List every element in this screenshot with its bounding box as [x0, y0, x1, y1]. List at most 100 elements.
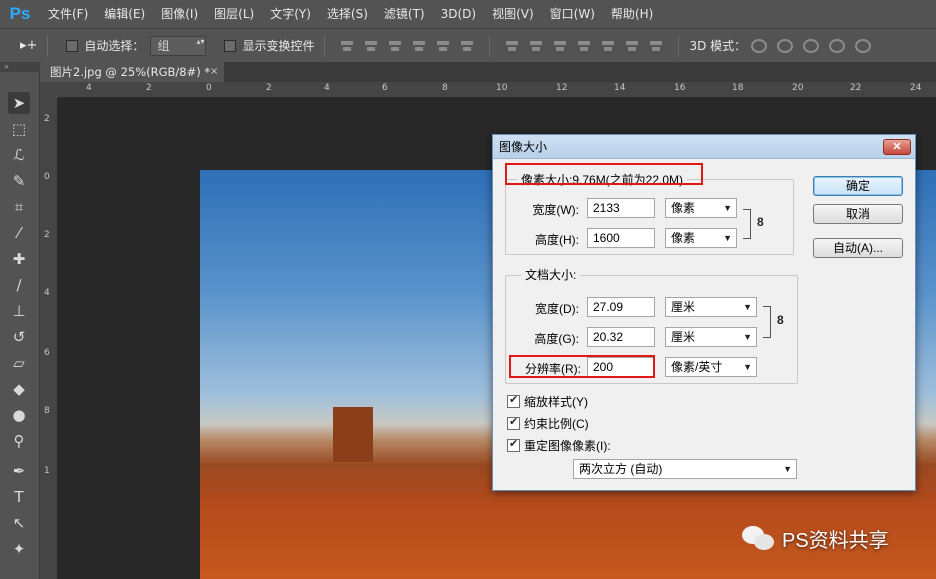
type-tool-icon[interactable]: T — [8, 486, 30, 508]
menu-help[interactable]: 帮助(H) — [603, 0, 661, 28]
constrain-proportions-label: 约束比例(C) — [524, 417, 589, 431]
align-left-icon[interactable] — [412, 39, 426, 53]
chain-link-icon: 8 — [757, 215, 764, 229]
show-transform-checkbox[interactable] — [224, 39, 237, 52]
menu-filter[interactable]: 滤镜(T) — [376, 0, 433, 28]
path-selection-tool-icon[interactable]: ↖ — [8, 512, 30, 534]
auto-select-option[interactable]: 自动选择： 组 — [66, 35, 207, 56]
tab-document[interactable]: 图片2.jpg @ 25%(RGB/8#) * × — [40, 62, 224, 82]
pixel-height-field[interactable]: 1600 — [587, 228, 655, 248]
distribute-bottom-icon[interactable] — [553, 39, 567, 53]
align-hcenter-icon[interactable] — [436, 39, 450, 53]
crop-tool-icon[interactable]: ⌗ — [8, 196, 30, 218]
distribute-right-icon[interactable] — [625, 39, 639, 53]
ruler-tick-label: 8 — [44, 406, 50, 416]
divider — [678, 34, 680, 57]
move-tool-icon[interactable]: ➤ — [8, 92, 30, 114]
healing-brush-tool-icon[interactable]: ✚ — [8, 248, 30, 270]
pixel-width-unit-select[interactable]: 像素 ▼ — [665, 198, 737, 218]
marquee-tool-icon[interactable]: ⬚ — [8, 118, 30, 140]
align-top-icon[interactable] — [340, 39, 354, 53]
3d-mode-label: 3D 模式： — [689, 39, 747, 53]
shape-tool-icon[interactable]: ✦ — [8, 538, 30, 560]
divider — [489, 34, 491, 57]
panel-grip-icon[interactable]: » — [0, 62, 40, 72]
3d-pan-icon[interactable] — [803, 38, 820, 53]
resolution-unit: 像素/英寸 — [671, 360, 723, 374]
brush-tool-icon[interactable]: ∕ — [8, 274, 30, 296]
clone-stamp-tool-icon[interactable]: ⊥ — [8, 300, 30, 322]
doc-width-field[interactable]: 27.09 — [587, 297, 655, 317]
auto-button[interactable]: 自动(A)... — [813, 238, 903, 258]
menu-image[interactable]: 图像(I) — [153, 0, 206, 28]
scale-styles-checkbox-row[interactable]: 缩放样式(Y) — [507, 393, 588, 410]
scale-styles-checkbox[interactable] — [507, 393, 520, 408]
lasso-tool-icon[interactable]: ℒ — [8, 144, 30, 166]
doc-height-unit-select[interactable]: 厘米 ▼ — [665, 327, 757, 347]
3d-rotate-icon[interactable] — [751, 38, 768, 53]
vertical-ruler[interactable]: 2 0 2 4 6 8 1 — [40, 98, 58, 579]
align-vcenter-icon[interactable] — [364, 39, 378, 53]
ruler-origin[interactable] — [40, 82, 58, 98]
close-icon[interactable]: × — [210, 62, 218, 82]
resolution-unit-select[interactable]: 像素/英寸 ▼ — [665, 357, 757, 377]
horizontal-ruler[interactable]: 4 2 0 2 4 6 8 10 12 14 16 18 20 22 24 — [58, 82, 936, 98]
3d-slide-icon[interactable] — [829, 38, 846, 53]
document-tabs: 图片2.jpg @ 25%(RGB/8#) * × — [40, 62, 936, 82]
eraser-tool-icon[interactable]: ▱ — [8, 352, 30, 374]
pen-tool-icon[interactable]: ✒ — [8, 460, 30, 482]
distribute-hcenter-icon[interactable] — [601, 39, 615, 53]
dialog-title: 图像大小 — [493, 135, 915, 159]
menu-window[interactable]: 窗口(W) — [542, 0, 603, 28]
menu-file[interactable]: 文件(F) — [40, 0, 96, 28]
cancel-button[interactable]: 取消 — [813, 204, 903, 224]
3d-roll-icon[interactable] — [777, 38, 794, 53]
align-bottom-icon[interactable] — [388, 39, 402, 53]
doc-width-unit-select[interactable]: 厘米 ▼ — [665, 297, 757, 317]
menu-edit[interactable]: 编辑(E) — [96, 0, 153, 28]
blur-tool-icon[interactable]: ● — [8, 404, 30, 426]
auto-select-dropdown[interactable]: 组 — [150, 35, 207, 56]
ok-button[interactable]: 确定 — [813, 176, 903, 196]
eyedropper-tool-icon[interactable]: ⁄ — [8, 222, 30, 244]
move-tool-preset-icon[interactable]: ▸+ — [20, 38, 37, 53]
pixel-height-unit-select[interactable]: 像素 ▼ — [665, 228, 737, 248]
resample-image-checkbox[interactable] — [507, 437, 520, 452]
quick-select-tool-icon[interactable]: ✎ — [8, 170, 30, 192]
constrain-proportions-checkbox[interactable] — [507, 415, 520, 430]
tools-panel: » ➤ ⬚ ℒ ✎ ⌗ ⁄ ✚ ∕ ⊥ ↺ ▱ ◆ ● ⚲ ✒ T ↖ ✦ — [0, 62, 40, 579]
pixel-width-field[interactable]: 2133 — [587, 198, 655, 218]
show-transform-label: 显示变换控件 — [242, 39, 315, 53]
distribute-left-icon[interactable] — [577, 39, 591, 53]
ruler-tick-label: 4 — [324, 83, 330, 93]
resample-image-checkbox-row[interactable]: 重定图像像素(I): — [507, 437, 611, 454]
close-icon[interactable]: ✕ — [883, 139, 911, 155]
menu-select[interactable]: 选择(S) — [319, 0, 376, 28]
auto-align-icon[interactable] — [649, 39, 663, 53]
doc-height-field[interactable]: 20.32 — [587, 327, 655, 347]
history-brush-tool-icon[interactable]: ↺ — [8, 326, 30, 348]
menu-view[interactable]: 视图(V) — [484, 0, 542, 28]
resample-method-select[interactable]: 两次立方 (自动) ▼ — [573, 459, 797, 479]
dropdown-arrow-icon: ▼ — [723, 233, 732, 243]
distribute-top-icon[interactable] — [505, 39, 519, 53]
watermark: PS资料共享 — [742, 524, 889, 553]
menu-3d[interactable]: 3D(D) — [433, 0, 484, 28]
distribute-vcenter-icon[interactable] — [529, 39, 543, 53]
align-right-icon[interactable] — [460, 39, 474, 53]
show-transform-option[interactable]: 显示变换控件 — [224, 37, 314, 54]
dropdown-arrow-icon: ▼ — [743, 332, 752, 342]
pixel-height-unit: 像素 — [671, 231, 696, 245]
resample-image-label: 重定图像像素(I): — [524, 439, 611, 453]
ruler-tick-label: 18 — [732, 83, 744, 93]
3d-camera-icon[interactable] — [855, 38, 872, 53]
constrain-proportions-checkbox-row[interactable]: 约束比例(C) — [507, 415, 589, 432]
ruler-tick-label: 1 — [44, 466, 50, 476]
auto-select-checkbox[interactable] — [66, 39, 79, 52]
menu-type[interactable]: 文字(Y) — [262, 0, 319, 28]
link-bracket — [743, 209, 751, 239]
paint-bucket-tool-icon[interactable]: ◆ — [8, 378, 30, 400]
menu-layer[interactable]: 图层(L) — [206, 0, 262, 28]
ruler-tick-label: 2 — [44, 230, 50, 240]
dodge-tool-icon[interactable]: ⚲ — [8, 430, 30, 452]
